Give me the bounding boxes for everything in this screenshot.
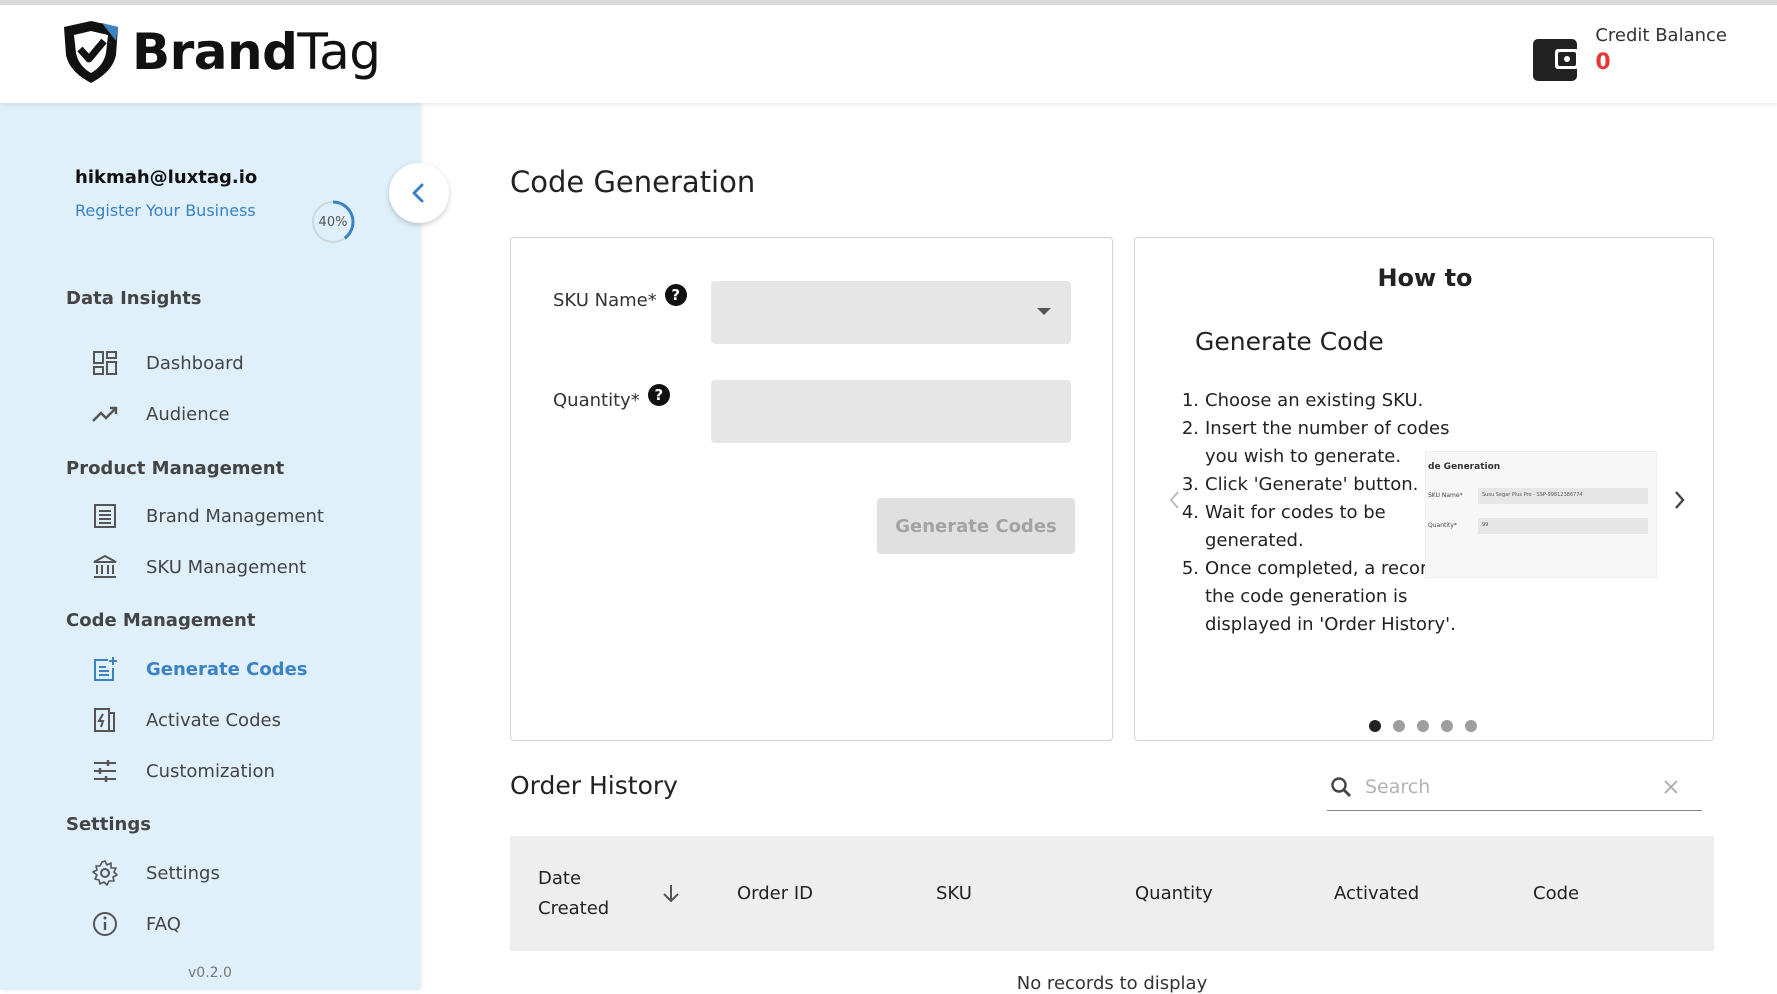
preview-title: de Generation [1428, 462, 1501, 472]
section-settings: Settings [66, 814, 151, 835]
sidebar-item-brand-management[interactable]: Brand Management [90, 498, 324, 534]
bank-icon [90, 552, 120, 582]
chevron-left-icon [412, 183, 424, 203]
collapse-sidebar-button[interactable] [389, 163, 449, 223]
order-history-table-header: Date Created Order ID SKU Quantity Activ… [510, 836, 1714, 951]
page-title: Code Generation [510, 165, 756, 199]
how-to-title: How to [1377, 264, 1473, 292]
credit-balance-label: Credit Balance [1595, 25, 1727, 46]
sidebar-item-generate-codes[interactable]: Generate Codes [90, 651, 308, 687]
column-activated[interactable]: Activated [1334, 836, 1419, 951]
column-date-created[interactable]: Date Created [538, 836, 618, 951]
section-product-management: Product Management [66, 458, 285, 479]
activate-document-icon [90, 705, 120, 735]
sidebar-item-label: Audience [146, 403, 230, 425]
register-business-link[interactable]: Register Your Business [75, 201, 256, 220]
dropdown-arrow-icon [1037, 308, 1051, 315]
search-input[interactable] [1365, 771, 1645, 803]
preview-quantity-field: 99 [1478, 518, 1648, 534]
empty-table-message: No records to display [1016, 973, 1208, 994]
carousel-dot[interactable] [1417, 720, 1429, 732]
sidebar-item-label: SKU Management [146, 556, 307, 578]
sidebar-item-label: Dashboard [146, 352, 244, 374]
add-document-icon [90, 654, 120, 684]
sidebar-item-label: Generate Codes [146, 658, 308, 680]
order-search [1327, 763, 1702, 811]
column-code[interactable]: Code [1533, 836, 1579, 951]
brand-logo[interactable]: BrandTag [58, 19, 381, 85]
close-icon[interactable] [1662, 778, 1680, 796]
preview-sku-field: Susu Segar Plus Pro - SSP-99812386774 [1478, 488, 1648, 504]
sku-name-select[interactable] [711, 281, 1071, 344]
how-to-subtitle: Generate Code [1195, 327, 1384, 356]
sidebar-item-label: Brand Management [146, 505, 324, 527]
credit-balance: Credit Balance 0 [1531, 25, 1727, 83]
code-generation-form: SKU Name* ? Quantity* ? Generate Codes [510, 237, 1113, 741]
sidebar-item-faq[interactable]: FAQ [90, 906, 181, 942]
sidebar-item-settings[interactable]: Settings [90, 855, 220, 891]
brand-name: BrandTag [132, 23, 381, 81]
sidebar-item-label: Activate Codes [146, 709, 281, 731]
sidebar-item-dashboard[interactable]: Dashboard [90, 345, 244, 381]
wallet-icon [1533, 39, 1580, 81]
column-order-id[interactable]: Order ID [737, 836, 813, 951]
how-to-preview-image: de Generation SKU Name* Susu Segar Plus … [1425, 451, 1657, 578]
profile-progress-label: 40% [318, 214, 348, 230]
how-to-step: 1. Choose an existing SKU. [1179, 387, 1479, 415]
carousel-next-icon[interactable] [1667, 488, 1691, 512]
carousel-prev-icon[interactable] [1163, 488, 1187, 512]
info-icon [90, 909, 120, 939]
how-to-carousel: How to Generate Code 1. Choose an existin… [1134, 237, 1714, 741]
carousel-dot[interactable] [1393, 720, 1405, 732]
sidebar-item-label: FAQ [146, 913, 181, 935]
step-text: Choose an existing SKU. [1205, 390, 1424, 411]
dashboard-icon [90, 348, 120, 378]
help-icon[interactable]: ? [647, 383, 670, 406]
section-code-management: Code Management [66, 610, 256, 631]
section-data-insights: Data Insights [66, 288, 202, 309]
preview-sku-label: SKU Name* [1428, 492, 1463, 499]
sidebar-item-customization[interactable]: Customization [90, 753, 275, 789]
quantity-label: Quantity* ? [553, 383, 670, 411]
sidebar-item-label: Customization [146, 760, 275, 782]
sidebar-item-label: Settings [146, 862, 220, 884]
app-header: BrandTag Credit Balance 0 [0, 5, 1777, 103]
generate-codes-button[interactable]: Generate Codes [877, 498, 1075, 554]
order-history-title: Order History [510, 771, 678, 800]
sliders-icon [90, 756, 120, 786]
carousel-dot[interactable] [1369, 720, 1381, 732]
preview-quantity-label: Quantity* [1428, 522, 1457, 529]
step-number: 2. [1181, 418, 1199, 439]
sku-name-label: SKU Name* ? [553, 283, 687, 311]
carousel-dot[interactable] [1441, 720, 1453, 732]
step-number: 5. [1181, 558, 1199, 579]
help-icon[interactable]: ? [664, 283, 687, 306]
search-icon [1331, 777, 1351, 797]
sidebar-item-audience[interactable]: Audience [90, 396, 230, 432]
main-content: Code Generation SKU Name* ? Quantity* ? … [420, 103, 1777, 994]
sidebar: hikmah@luxtag.io Register Your Business … [0, 103, 449, 990]
carousel-dots [1369, 720, 1489, 732]
trending-up-icon [90, 399, 120, 429]
column-quantity[interactable]: Quantity [1135, 836, 1213, 951]
arrow-down-icon[interactable] [660, 882, 682, 904]
user-email: hikmah@luxtag.io [75, 167, 258, 188]
column-sku[interactable]: SKU [936, 836, 972, 951]
sidebar-item-activate-codes[interactable]: Activate Codes [90, 702, 281, 738]
sidebar-item-sku-management[interactable]: SKU Management [90, 549, 306, 585]
shield-logo-icon [64, 21, 118, 83]
app-version: v0.2.0 [188, 965, 232, 981]
step-number: 1. [1181, 390, 1199, 411]
credit-balance-value: 0 [1595, 50, 1611, 75]
list-document-icon [90, 501, 120, 531]
gear-icon [90, 858, 120, 888]
quantity-input[interactable] [711, 380, 1071, 443]
carousel-dot[interactable] [1465, 720, 1477, 732]
